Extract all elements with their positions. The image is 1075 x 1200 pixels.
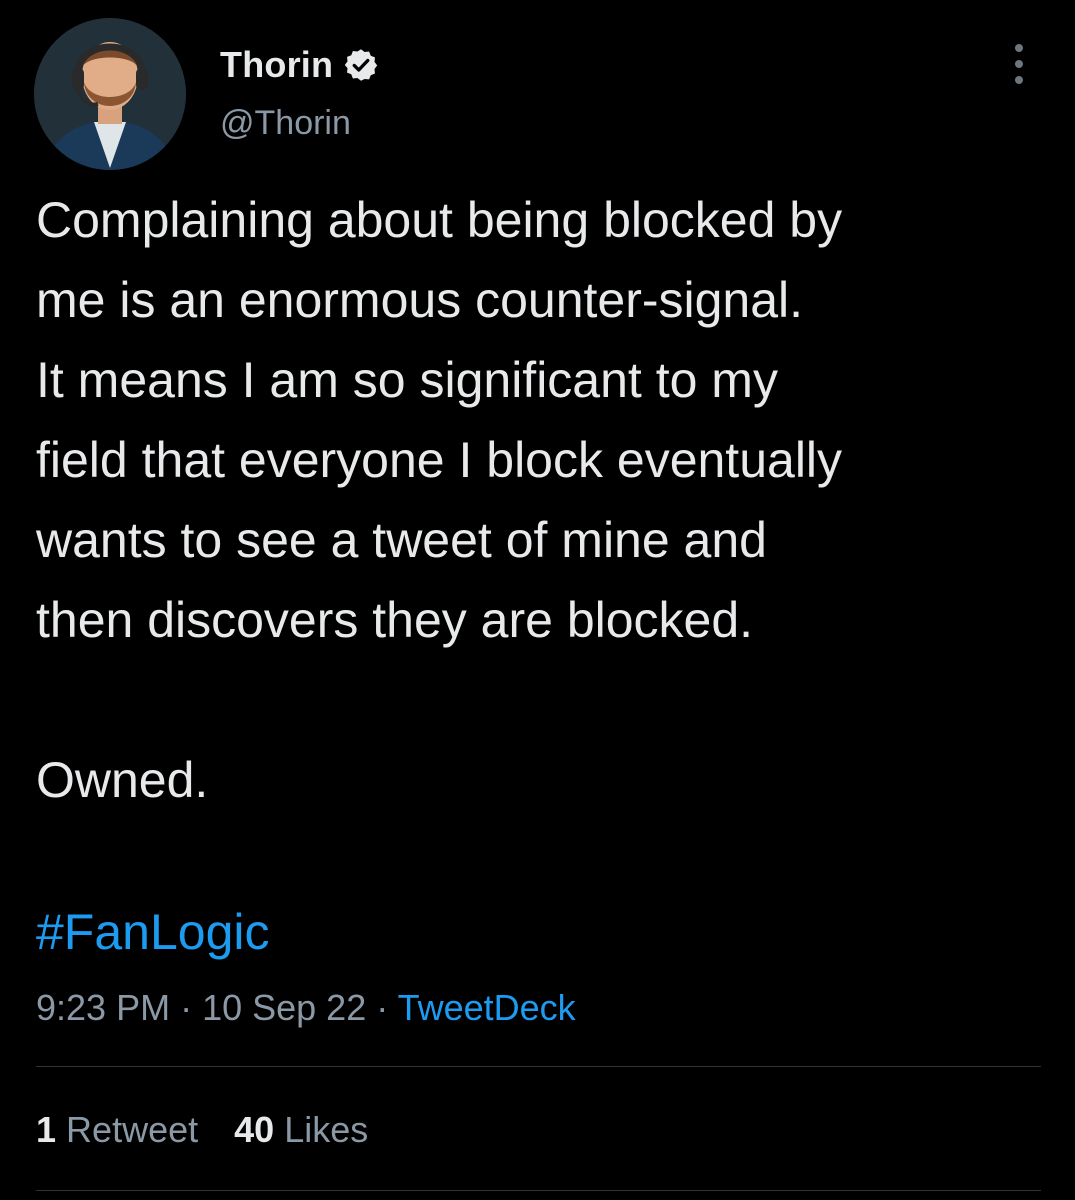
author-handle[interactable]: @Thorin [220, 104, 351, 143]
retweets-count: 1 [36, 1109, 57, 1150]
tweet-source-link[interactable]: TweetDeck [398, 987, 576, 1028]
author-display-name[interactable]: Thorin [220, 44, 333, 86]
tweet-text: Complaining about being blocked by me is… [36, 192, 843, 808]
hashtag-link[interactable]: #FanLogic [36, 892, 270, 972]
divider [36, 1066, 1041, 1067]
tweet-date[interactable]: 10 Sep 22 [202, 987, 366, 1028]
author-name-row[interactable]: Thorin [220, 42, 379, 88]
likes-stat[interactable]: 40 Likes [234, 1108, 368, 1152]
tweet-container: Thorin @Thorin Complaining about being b… [0, 0, 1075, 1200]
more-dot [1015, 44, 1023, 52]
likes-label: Likes [284, 1109, 369, 1150]
more-vertical-icon[interactable] [1004, 44, 1034, 84]
meta-separator: · [170, 987, 203, 1028]
divider [36, 1190, 1041, 1191]
tweet-stats: 1 Retweet 40 Likes [36, 1108, 368, 1152]
retweets-label: Retweet [66, 1109, 199, 1150]
more-dot [1015, 60, 1023, 68]
author-avatar[interactable] [34, 18, 186, 170]
verified-badge-icon [343, 47, 379, 83]
meta-separator: · [366, 987, 398, 1028]
retweets-stat[interactable]: 1 Retweet [36, 1108, 198, 1152]
more-dot [1015, 76, 1023, 84]
avatar-portrait-icon [34, 18, 186, 170]
tweet-meta: 9:23 PM · 10 Sep 22 · TweetDeck [36, 986, 576, 1030]
tweet-time[interactable]: 9:23 PM [36, 987, 170, 1028]
likes-count: 40 [234, 1109, 275, 1150]
